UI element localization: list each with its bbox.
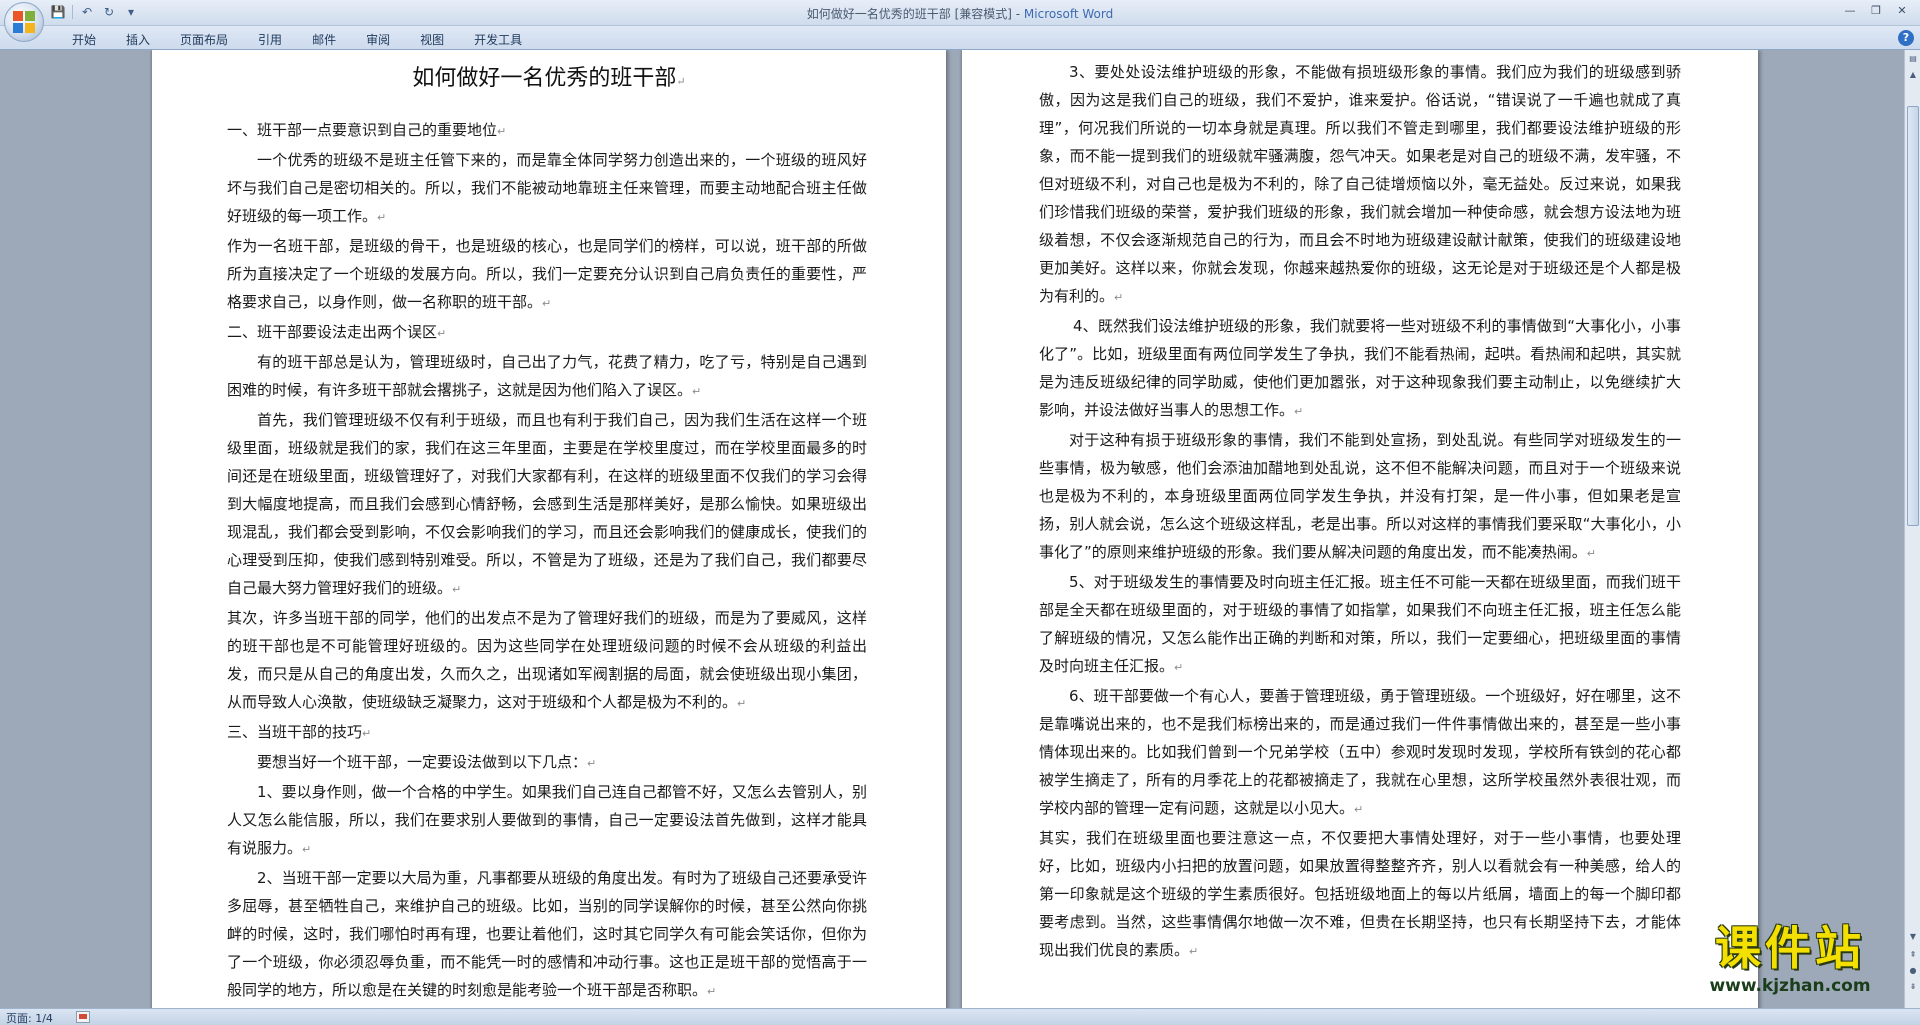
tab-review[interactable]: 审阅 <box>354 30 402 49</box>
window-controls: — ❐ ✕ <box>1838 2 1914 20</box>
office-logo-icon <box>13 11 35 33</box>
tab-page-layout[interactable]: 页面布局 <box>168 30 240 49</box>
document-workspace[interactable]: 如何做好一名优秀的班干部↵ 一、班干部一点要意识到自己的重要地位↵ 一个优秀的班… <box>0 50 1904 1008</box>
heading-paragraph: 二、班干部要设法走出两个误区↵ <box>227 323 447 341</box>
body-paragraph: 有的班干部总是认为，管理班级时，自己出了力气，花费了精力，吃了亏，特别是自己遇到… <box>227 353 867 399</box>
help-icon[interactable]: ? <box>1898 30 1914 46</box>
tab-view[interactable]: 视图 <box>408 30 456 49</box>
office-button[interactable] <box>4 2 44 42</box>
heading-paragraph: 一、班干部一点要意识到自己的重要地位↵ <box>227 121 507 139</box>
next-page-icon[interactable]: ⇟ <box>1906 980 1920 994</box>
body-paragraph: 2、当班干部一定要以大局为重，凡事都要从班级的角度出发。有时为了班级自己还要承受… <box>227 869 867 999</box>
status-bar: 页面: 1/4 <box>0 1008 1920 1025</box>
ribbon-tabs-bar: 开始 插入 页面布局 引用 邮件 审阅 视图 开发工具 ? <box>0 26 1920 50</box>
tab-developer[interactable]: 开发工具 <box>462 30 534 49</box>
tab-insert[interactable]: 插入 <box>114 30 162 49</box>
body-paragraph: 一个优秀的班级不是班主任管下来的，而是靠全体同学努力创造出来的，一个班级的班风好… <box>227 151 867 225</box>
page-1-body: 一、班干部一点要意识到自己的重要地位↵ 一个优秀的班级不是班主任管下来的，而是靠… <box>227 116 867 1006</box>
title-bar: 💾 ↶ ↻ ▾ 如何做好一名优秀的班干部 [兼容模式] - Microsoft … <box>0 0 1920 42</box>
body-paragraph: 其实，我们在班级里面也要注意这一点，不仅要把大事情处理好，对于一些小事情，也要处… <box>1039 829 1681 959</box>
body-paragraph: 要想当好一个班干部，一定要设法做到以下几点：↵ <box>257 753 597 771</box>
scroll-thumb[interactable] <box>1907 106 1919 526</box>
document-name: 如何做好一名优秀的班干部 [兼容模式] - <box>806 7 1024 21</box>
vertical-scrollbar[interactable]: ▤ ▲ ▼ ⇞ ● ⇟ <box>1904 50 1920 1008</box>
scroll-up-icon[interactable]: ▲ <box>1906 68 1920 82</box>
body-paragraph: 对于这种有损于班级形象的事情，我们不能到处宣扬，到处乱说。有些同学对班级发生的一… <box>1039 431 1681 561</box>
scroll-down-icon[interactable]: ▼ <box>1906 930 1920 944</box>
body-paragraph: 5、对于班级发生的事情要及时向班主任汇报。班主任不可能一天都在班级里面，而我们班… <box>1039 573 1681 675</box>
minimize-button[interactable]: — <box>1838 2 1862 20</box>
body-paragraph: 6、班干部要做一个有心人，要善于管理班级，勇于管理班级。一个班级好，好在哪里，这… <box>1039 687 1681 817</box>
watermark-title: 课件站 <box>1715 921 1865 975</box>
previous-page-icon[interactable]: ⇞ <box>1906 948 1920 962</box>
app-name: Microsoft Word <box>1023 7 1114 21</box>
page-indicator[interactable]: 页面: 1/4 <box>6 1010 53 1025</box>
body-paragraph: 4、既然我们设法维护班级的形象，我们就要将一些对班级不利的事情做到“大事化小，小… <box>1039 317 1681 419</box>
page-2-body: 3、要处处设法维护班级的形象，不能做有损班级形象的事情。我们应为我们的班级感到骄… <box>1039 58 1681 966</box>
body-paragraph: 1、要以身作则，做一个合格的中学生。如果我们自己连自己都管不好，又怎么去管别人，… <box>227 783 867 857</box>
body-paragraph: 其次，许多当班干部的同学，他们的出发点不是为了管理好我们的班级，而是为了要威风，… <box>227 609 867 711</box>
ribbon-tabs: 开始 插入 页面布局 引用 邮件 审阅 视图 开发工具 <box>60 30 534 49</box>
heading-paragraph: 三、当班干部的技巧↵ <box>227 723 372 741</box>
tab-mailings[interactable]: 邮件 <box>300 30 348 49</box>
body-paragraph: 作为一名班干部，是班级的骨干，也是班级的核心，也是同学们的榜样，可以说，班干部的… <box>227 237 867 311</box>
browse-object-icon[interactable]: ● <box>1906 964 1920 978</box>
watermark-logo: 课件站 www.kjzhan.com <box>1672 922 1908 1006</box>
close-button[interactable]: ✕ <box>1890 2 1914 20</box>
watermark-url: www.kjzhan.com <box>1709 976 1871 996</box>
window-title: 如何做好一名优秀的班干部 [兼容模式] - Microsoft Word <box>0 5 1920 22</box>
tab-home[interactable]: 开始 <box>60 30 108 49</box>
document-page-2[interactable]: 3、要处处设法维护班级的形象，不能做有损班级形象的事情。我们应为我们的班级感到骄… <box>962 50 1758 1008</box>
body-paragraph: 首先，我们管理班级不仅有利于班级，而且也有利于我们自己，因为我们生活在这样一个班… <box>227 411 867 597</box>
body-paragraph: 3、要处处设法维护班级的形象，不能做有损班级形象的事情。我们应为我们的班级感到骄… <box>1039 63 1681 305</box>
ruler-toggle-icon[interactable]: ▤ <box>1906 52 1920 66</box>
restore-button[interactable]: ❐ <box>1864 2 1888 20</box>
document-page-1[interactable]: 如何做好一名优秀的班干部↵ 一、班干部一点要意识到自己的重要地位↵ 一个优秀的班… <box>152 50 946 1008</box>
macro-record-icon[interactable] <box>76 1011 90 1023</box>
document-title: 如何做好一名优秀的班干部↵ <box>412 66 686 91</box>
tab-references[interactable]: 引用 <box>246 30 294 49</box>
